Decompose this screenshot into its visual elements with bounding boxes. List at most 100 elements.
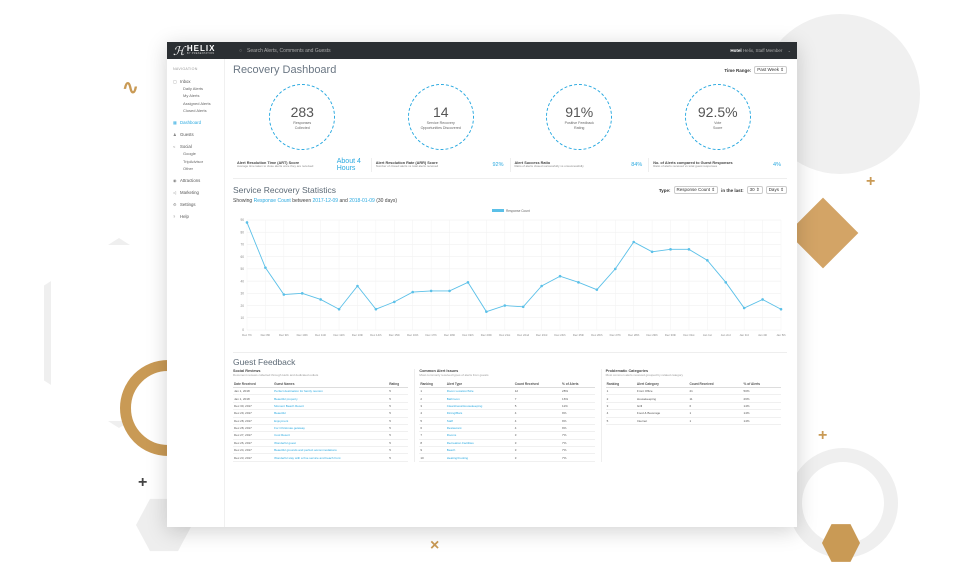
review-row[interactable]: Dec 30, 2017 Moment Beach Resort 5 xyxy=(233,402,409,411)
y-tick-label: 50 xyxy=(240,267,244,271)
issue-row[interactable]: 6 Restaurant 4 9% xyxy=(419,424,595,433)
time-range-control: Time Range: Past Week ⇕ xyxy=(724,66,787,74)
data-point xyxy=(761,298,764,301)
x-tick-label: Dec 26th xyxy=(591,333,603,337)
review-row[interactable]: Dec 24, 2017 Beautiful grounds and perfec… xyxy=(233,446,409,455)
time-range-select[interactable]: Past Week ⇕ xyxy=(754,66,787,74)
in-last-select[interactable]: 30 ⇕ xyxy=(746,186,763,194)
date-from[interactable]: 2017-12-09 xyxy=(313,198,339,204)
decorative-plus-icon: + xyxy=(866,173,876,190)
table-cell: 5 xyxy=(388,424,409,433)
search-input[interactable]: Search Alerts, Comments and Guests xyxy=(247,48,331,54)
date-to[interactable]: 2018-01-09 xyxy=(349,198,375,204)
x-tick-label: Dec 11th xyxy=(315,333,326,337)
issue-row[interactable]: 7 Rooms 3 7% xyxy=(419,431,595,440)
unit-select[interactable]: Days ⇕ xyxy=(765,186,787,194)
category-row[interactable]: 1 Front Office 21 50% xyxy=(605,387,781,396)
help-icon: ? xyxy=(173,213,176,219)
table-cell: 6 xyxy=(688,402,743,411)
category-row[interactable]: 4 Food & Beverage 1 14% xyxy=(605,409,781,418)
chart-svg: 0 10 20 30 40 50 60 70 80 90 Dec 7th Dec 8th Dec 9th… xyxy=(240,209,786,337)
sidebar-item-settings[interactable]: ⚙ Settings xyxy=(173,202,224,207)
table-cell: Dining/Bars xyxy=(445,409,514,418)
category-row[interactable]: 5 Internet 1 14% xyxy=(605,417,781,425)
search-bar[interactable]: ○ Search Alerts, Comments and Guests xyxy=(239,48,730,54)
table-cell: 2 xyxy=(419,394,446,403)
review-row[interactable]: Dec 28, 2017 Enjoyment 5 xyxy=(233,417,409,425)
sidebar-item-other[interactable]: Other xyxy=(183,166,224,171)
table-cell: 3 xyxy=(513,439,562,448)
sidebar-item-google[interactable]: Google xyxy=(183,151,224,156)
decorative-diamond xyxy=(787,197,859,269)
sidebar-item-marketing[interactable]: ◁ Marketing xyxy=(173,190,224,195)
sidebar-item-label: Attractions xyxy=(180,177,201,183)
x-tick-label: Dec 10th xyxy=(297,333,309,337)
sidebar-item-assigned-alerts[interactable]: Assigned Alerts xyxy=(183,101,224,106)
issue-row[interactable]: 1 Room Location/Size 12 28% xyxy=(419,387,595,396)
sidebar-item-closed-alerts[interactable]: Closed Alerts xyxy=(183,108,224,113)
issue-row[interactable]: 3 Cleanliness/Housekeeping 5 11% xyxy=(419,402,595,411)
review-row[interactable]: Dec 27, 2017 Cool Resort 5 xyxy=(233,431,409,440)
review-row[interactable]: Dec 26, 2017 Wonderful guest 5 xyxy=(233,439,409,448)
x-tick-label: Dec 7th xyxy=(242,333,252,337)
table-cell: Rooms xyxy=(445,431,514,440)
showing-prefix: Showing xyxy=(233,198,253,204)
helix-logo[interactable]: ℋ HELIX BY PRESENTATION xyxy=(173,44,229,58)
sidebar-item-tripadvisor[interactable]: TripAdvisor xyxy=(183,159,224,164)
data-point xyxy=(595,288,599,291)
sidebar-item-dashboard[interactable]: ▦ Dashboard xyxy=(173,120,224,125)
table-cell: 3 xyxy=(605,402,636,411)
stat-label: Responses Collected xyxy=(293,121,311,130)
sidebar-item-social[interactable]: < Social xyxy=(173,144,224,149)
type-value: Response Count xyxy=(676,187,711,192)
table-cell: 4 xyxy=(419,409,446,418)
data-point xyxy=(264,266,267,269)
table-cell: 4 xyxy=(605,409,636,418)
decorative-squiggle-icon: ∿ xyxy=(122,77,139,99)
review-row[interactable]: Jan 1, 2018 Beautiful property 5 xyxy=(233,394,409,403)
sidebar-item-help[interactable]: ? Help xyxy=(173,214,224,219)
stat-label: Positive Feedback Rating xyxy=(565,121,594,130)
stat-value: 91% xyxy=(565,104,594,121)
table-cell: 12 xyxy=(513,387,562,396)
x-tick-label: Dec 23rd xyxy=(536,333,548,337)
table-cell: 7 xyxy=(513,394,562,403)
type-select[interactable]: Response Count ⇕ xyxy=(673,186,719,194)
table-cell: Grill xyxy=(635,402,689,411)
data-point xyxy=(485,310,488,313)
helix-logo-mark-icon: ℋ xyxy=(173,43,185,58)
review-row[interactable]: Dec 23, 2017 Wonderful stay with a fine s… xyxy=(233,453,409,462)
issue-row[interactable]: 9 Beach 3 7% xyxy=(419,446,595,455)
category-row[interactable]: 2 Housekeeping 11 26% xyxy=(605,394,781,403)
table-cell: 4 xyxy=(513,424,562,433)
showing-metric: Response Count xyxy=(253,198,291,204)
sidebar-item-guests[interactable]: ♟ Guests xyxy=(173,132,224,137)
review-row[interactable]: Dec 28, 2017 For Christmas getaway 5 xyxy=(233,424,409,433)
stats-row: 283 Responses Collected 14 Service Recove… xyxy=(233,84,787,150)
data-point xyxy=(521,305,525,309)
issue-row[interactable]: 10 Heating/Cooling 3 7% xyxy=(419,453,595,462)
sidebar-item-daily-alerts[interactable]: Daily Alerts xyxy=(183,86,224,91)
x-tick-label: Dec 16th xyxy=(407,333,419,337)
location-icon: ◉ xyxy=(173,177,177,183)
category-row[interactable]: 3 Grill 6 14% xyxy=(605,402,781,411)
y-tick-label: 0 xyxy=(242,328,244,332)
issue-row[interactable]: 5 Staff 4 9% xyxy=(419,417,595,425)
review-row[interactable]: Dec 29, 2017 Beautiful 5 xyxy=(233,409,409,418)
issue-row[interactable]: 8 Recreation Facilities 3 7% xyxy=(419,439,595,448)
x-tick-label: Dec 14th xyxy=(370,333,382,337)
x-tick-label: Jan 1st xyxy=(703,333,712,337)
sidebar-item-attractions[interactable]: ◉ Attractions xyxy=(173,178,224,183)
data-point xyxy=(706,259,709,262)
issue-row[interactable]: 4 Dining/Bars 4 9% xyxy=(419,409,595,418)
table-cell: Beautiful xyxy=(273,409,389,418)
chevron-down-icon: ⌄ xyxy=(787,48,791,53)
sidebar-item-my-alerts[interactable]: My Alerts xyxy=(183,93,224,98)
review-row[interactable]: Jan 1, 2018 Perfect destination for famil… xyxy=(233,387,409,396)
sidebar-item-inbox[interactable]: ▢ Inbox xyxy=(173,79,224,84)
table-cell: 7 xyxy=(419,431,446,440)
table-cell: Dec 30, 2017 xyxy=(233,402,274,411)
alert-issues-panel: Common Alert Issues Most commonly receiv… xyxy=(415,369,602,462)
user-menu[interactable]: Hotel Helix, Staff Member ⌄ xyxy=(730,48,791,53)
issue-row[interactable]: 2 Bathroom 7 16% xyxy=(419,394,595,403)
